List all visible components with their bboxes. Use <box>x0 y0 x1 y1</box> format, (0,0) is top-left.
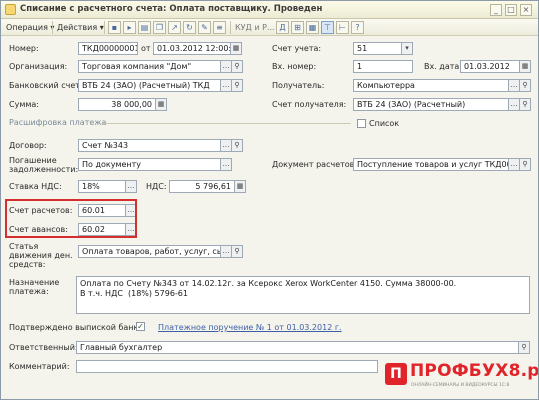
calendar-icon[interactable]: ▦ <box>519 60 531 73</box>
organization-label: Организация: <box>9 62 68 71</box>
kud-menu[interactable]: КУД и Р... <box>235 21 275 34</box>
close-button[interactable]: × <box>520 4 532 16</box>
payment-order-link[interactable]: Платежное поручение № 1 от 01.03.2012 г. <box>158 323 342 332</box>
account-label: Счет учета: <box>272 44 322 53</box>
incoming-number-field[interactable]: 1 <box>353 60 413 73</box>
refresh-icon[interactable]: ↻ <box>183 21 196 34</box>
copy-icon[interactable]: ❐ <box>153 21 166 34</box>
toolbar-separator <box>230 21 231 34</box>
vat-rate-label: Ставка НДС: <box>9 182 62 191</box>
receiver-label: Получатель: <box>272 81 325 90</box>
payment-section-title: Расшифровка платежа <box>9 118 107 127</box>
vat-label: НДС: <box>146 182 167 191</box>
minimize-button[interactable]: _ <box>490 4 502 16</box>
based-on-icon[interactable]: ↗ <box>168 21 181 34</box>
search-icon[interactable]: ⚲ <box>519 158 531 171</box>
incoming-number-label: Вх. номер: <box>272 62 317 71</box>
brand-logo-icon: П <box>385 363 407 385</box>
repayment-field[interactable]: По документу <box>78 158 221 171</box>
bank-account-label: Банковский счет: <box>9 81 83 90</box>
search-icon[interactable]: ⚲ <box>231 245 243 258</box>
responsible-label: Ответственный: <box>9 343 78 352</box>
incoming-date-field[interactable]: 01.03.2012 <box>460 60 520 73</box>
section-divider <box>101 123 351 124</box>
account-field[interactable]: 51 <box>353 42 402 55</box>
vat-rate-field[interactable]: 18% <box>78 180 126 193</box>
dt-kt-icon[interactable]: Д <box>276 21 289 34</box>
contract-label: Договор: <box>9 141 47 150</box>
search-icon[interactable]: ⚲ <box>231 139 243 152</box>
post-icon[interactable]: ▸ <box>123 21 136 34</box>
payment-purpose-label: Назначение платежа: <box>9 278 60 296</box>
incoming-date-label: Вх. дата: <box>424 62 462 71</box>
from-label: от <box>141 44 151 53</box>
organization-field[interactable]: Торговая компания "Дом" <box>78 60 221 73</box>
settlement-document-label: Документ расчетов: <box>272 160 358 169</box>
actions-menu[interactable]: Действия ▾ <box>57 21 104 34</box>
search-icon[interactable]: ⚲ <box>231 60 243 73</box>
report-icon[interactable]: ▦ <box>306 21 319 34</box>
toolbar-separator <box>52 21 53 34</box>
help-icon[interactable]: ? <box>351 21 364 34</box>
comment-label: Комментарий: <box>9 362 70 371</box>
search-icon[interactable]: ⚲ <box>231 79 243 92</box>
sum-label: Сумма: <box>9 100 39 109</box>
ellipsis-button[interactable]: … <box>125 180 137 193</box>
print-icon[interactable]: ▤ <box>138 21 151 34</box>
contract-field[interactable]: Счет №343 <box>78 139 221 152</box>
journal-icon[interactable]: ≡ <box>213 21 226 34</box>
receiver-account-label: Счет получателя: <box>272 100 347 109</box>
settings-icon[interactable]: ✎ <box>198 21 211 34</box>
operation-menu[interactable]: Операция ▾ <box>6 21 54 34</box>
calculator-icon[interactable]: ▦ <box>234 180 246 193</box>
payment-purpose-field[interactable]: Оплата по Счету №343 от 14.02.12г. за Кс… <box>76 276 530 314</box>
calculator-icon[interactable]: ▦ <box>155 98 167 111</box>
bank-account-field[interactable]: ВТБ 24 (ЗАО) (Расчетный) ТКД <box>78 79 221 92</box>
toolbar-separator <box>104 21 105 34</box>
brand-watermark: П ПРОФБУХ8.ру ОНЛАЙН-СЕМИНАРЫ И ВИДЕОКУР… <box>385 361 538 397</box>
number-field[interactable]: ТКД00000001 <box>78 42 138 55</box>
date-field[interactable]: 01.03.2012 12:00:04 <box>153 42 231 55</box>
toolbar: Операция ▾ Действия ▾ ▪ ▸ ▤ ❐ ↗ ↻ ✎ ≡ КУ… <box>1 19 538 36</box>
confirmed-checkbox[interactable]: ✓ <box>136 322 145 331</box>
brand-tagline: ОНЛАЙН-СЕМИНАРЫ И ВИДЕОКУРСЫ 1С:8 <box>411 383 510 388</box>
structure-icon[interactable]: ⊞ <box>291 21 304 34</box>
list-checkbox[interactable] <box>357 119 366 128</box>
list-label: Список <box>369 119 400 128</box>
responsible-field[interactable]: Главный бухгалтер <box>76 341 519 354</box>
settlement-document-field[interactable]: Поступление товаров и услуг ТКД0000 <box>353 158 509 171</box>
tree-icon[interactable]: ⊢ <box>336 21 349 34</box>
title-bar: Списание с расчетного счета: Оплата пост… <box>1 1 538 19</box>
filter-icon[interactable]: ⊤ <box>321 21 334 34</box>
window-controls: _ □ × <box>490 4 532 16</box>
search-icon[interactable]: ⚲ <box>518 341 530 354</box>
receiver-field[interactable]: Компьютерра <box>353 79 509 92</box>
calendar-icon[interactable]: ▦ <box>230 42 242 55</box>
cashflow-label: Статья движения ден. средств: <box>9 242 73 269</box>
brand-name: ПРОФБУХ8.ру <box>410 361 539 381</box>
search-icon[interactable]: ⚲ <box>519 98 531 111</box>
repayment-label: Погашение задолженности: <box>9 156 79 174</box>
highlight-frame <box>5 199 137 238</box>
chevron-down-icon[interactable]: ▾ <box>401 42 413 55</box>
save-icon[interactable]: ▪ <box>108 21 121 34</box>
receiver-account-field[interactable]: ВТБ 24 (ЗАО) (Расчетный) <box>353 98 509 111</box>
window-title: Списание с расчетного счета: Оплата пост… <box>20 4 323 14</box>
ellipsis-button[interactable]: … <box>220 158 232 171</box>
confirmed-label: Подтверждено выпиской банка <box>9 323 144 332</box>
comment-field[interactable] <box>76 360 378 373</box>
vat-field[interactable]: 5 796,61 <box>169 180 235 193</box>
document-window: Списание с расчетного счета: Оплата пост… <box>0 0 539 400</box>
number-label: Номер: <box>9 44 39 53</box>
cashflow-field[interactable]: Оплата товаров, работ, услуг, сырь <box>78 245 221 258</box>
search-icon[interactable]: ⚲ <box>519 79 531 92</box>
document-icon <box>5 4 16 15</box>
sum-field[interactable]: 38 000,00 <box>78 98 156 111</box>
maximize-button[interactable]: □ <box>505 4 517 16</box>
